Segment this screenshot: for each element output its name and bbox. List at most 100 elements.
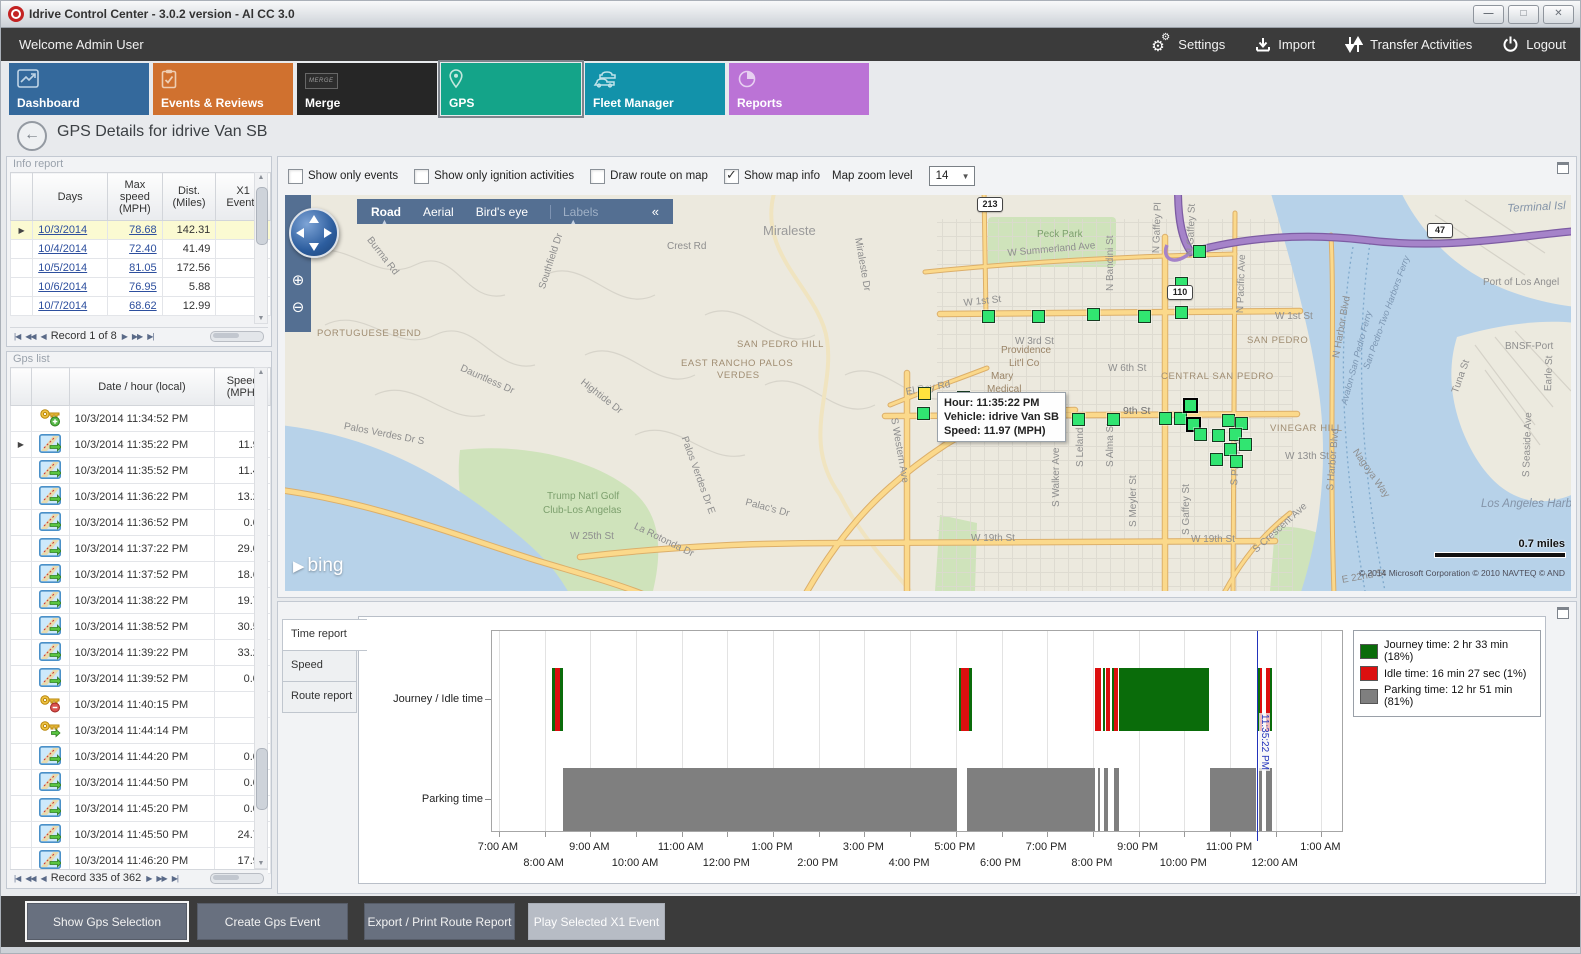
map-style-aerial[interactable]: Aerial	[423, 205, 454, 219]
max-speed-link[interactable]: 76.95	[129, 281, 157, 293]
date-link[interactable]: 10/7/2014	[38, 300, 87, 312]
nav-tile-merge[interactable]: MERGEMerge	[297, 63, 437, 115]
map-marker[interactable]	[1175, 306, 1188, 319]
nav-tile-dashboard[interactable]: Dashboard	[9, 63, 149, 115]
map-compass[interactable]	[289, 208, 339, 258]
map-marker[interactable]	[982, 310, 995, 323]
table-row[interactable]: 10/5/201481.05172.56	[11, 259, 271, 278]
create-gps-event-button[interactable]: Create Gps Event	[197, 903, 348, 940]
pager-nextpage-button[interactable]: ▶▶	[156, 874, 166, 883]
table-row[interactable]: 10/3/2014 11:40:15 PM	[11, 692, 271, 718]
pager-next-button[interactable]: ▶	[146, 874, 151, 883]
map-marker[interactable]	[1239, 438, 1252, 451]
map-zoom-out-button[interactable]: ⊖	[288, 298, 308, 318]
pager-hscrollbar[interactable]	[210, 331, 264, 342]
date-link[interactable]: 10/4/2014	[38, 243, 87, 255]
transfer-button[interactable]: Transfer Activities	[1345, 36, 1472, 53]
map-zoom-in-button[interactable]: ⊕	[288, 271, 308, 291]
checkbox-show-only-events[interactable]: Show only events	[288, 169, 398, 184]
map-marker[interactable]	[1210, 453, 1223, 466]
pager-prev-button[interactable]: ◀	[41, 332, 46, 341]
map-marker[interactable]	[1194, 428, 1207, 441]
table-row[interactable]: 10/3/2014 11:44:50 PM0.00	[11, 770, 271, 796]
map-marker[interactable]	[1183, 398, 1198, 413]
show-gps-selection-button[interactable]: Show Gps Selection	[27, 903, 187, 940]
tab-route-report[interactable]: Route report	[282, 681, 357, 713]
toolbar-collapse-button[interactable]: «	[652, 204, 659, 219]
table-row[interactable]: 10/3/2014 11:36:22 PM13.28	[11, 484, 271, 510]
table-row[interactable]: 10/4/201472.4041.49	[11, 240, 271, 259]
table-row[interactable]: 10/3/2014 11:45:50 PM24.75	[11, 822, 271, 848]
map-marker-selected[interactable]	[918, 387, 931, 400]
pager-next-button[interactable]: ▶	[122, 332, 127, 341]
map-marker[interactable]	[917, 407, 930, 420]
max-speed-link[interactable]: 68.62	[129, 300, 157, 312]
chart-panel-restore-icon[interactable]	[1557, 607, 1569, 619]
gps-list-vscrollbar[interactable]: ▲▼	[254, 367, 268, 869]
nav-tile-fleet[interactable]: Fleet Manager	[585, 63, 725, 115]
pager-hscrollbar[interactable]	[210, 873, 264, 884]
pager-prevpage-button[interactable]: ◀◀	[25, 874, 35, 883]
date-link[interactable]: 10/6/2014	[38, 281, 87, 293]
date-link[interactable]: 10/3/2014	[38, 224, 87, 236]
pager-nextpage-button[interactable]: ▶▶	[132, 332, 142, 341]
map-style-bird-s-eye[interactable]: Bird's eye	[476, 205, 528, 219]
table-row[interactable]: 10/6/201476.955.88	[11, 278, 271, 297]
minimize-button[interactable]: —	[1473, 5, 1504, 24]
table-row[interactable]: 10/3/2014 11:37:52 PM18.63	[11, 562, 271, 588]
table-row[interactable]: 10/3/2014 11:34:52 PM	[11, 406, 271, 432]
map-marker[interactable]	[1032, 310, 1045, 323]
map-style-labels[interactable]: Labels	[550, 205, 598, 219]
pan-down-icon[interactable]	[309, 243, 319, 251]
table-row[interactable]: 10/3/2014 11:45:20 PM0.00	[11, 796, 271, 822]
map-marker[interactable]	[1159, 412, 1172, 425]
pager-last-button[interactable]: ▶|	[147, 332, 153, 341]
map-view[interactable]: Burma RdSouthfield DrCrest RdMiralesteMi…	[285, 195, 1571, 591]
table-row[interactable]: 10/3/2014 11:39:52 PM0.00	[11, 666, 271, 692]
nav-tile-gps[interactable]: GPS	[441, 63, 581, 115]
settings-button[interactable]: ⚙⚙Settings	[1151, 36, 1225, 54]
map-panel-restore-icon[interactable]	[1557, 162, 1569, 174]
map-marker[interactable]	[1212, 429, 1225, 442]
max-speed-link[interactable]: 78.68	[129, 224, 157, 236]
table-row[interactable]: 10/3/2014 11:44:20 PM0.00	[11, 744, 271, 770]
map-marker[interactable]	[1072, 413, 1085, 426]
logout-button[interactable]: Logout	[1502, 36, 1566, 53]
pan-left-icon[interactable]	[296, 228, 304, 238]
map-marker[interactable]	[1193, 245, 1206, 258]
date-link[interactable]: 10/5/2014	[38, 262, 87, 274]
back-button[interactable]: ←	[17, 121, 47, 151]
pager-prev-button[interactable]: ◀	[41, 874, 46, 883]
close-button[interactable]: ✕	[1543, 5, 1574, 24]
tab-speed-graphic[interactable]: Speed graphic	[282, 650, 357, 682]
map-marker[interactable]	[1230, 455, 1243, 468]
pan-right-icon[interactable]	[324, 228, 332, 238]
map-marker[interactable]	[1138, 310, 1151, 323]
map-zoom-select[interactable]: 14 ▼	[929, 166, 975, 186]
map-marker[interactable]	[1222, 414, 1235, 427]
map-style-road[interactable]: Road	[371, 205, 401, 219]
map-marker[interactable]	[1107, 413, 1120, 426]
max-speed-link[interactable]: 72.40	[129, 243, 157, 255]
max-speed-link[interactable]: 81.05	[129, 262, 157, 274]
checkbox-show-map-info[interactable]: Show map info	[724, 169, 820, 184]
table-row[interactable]: ▶10/3/2014 11:35:22 PM11.97	[11, 432, 271, 458]
table-row[interactable]: 10/3/2014 11:38:22 PM19.70	[11, 588, 271, 614]
table-row[interactable]: 10/3/2014 11:36:52 PM0.00	[11, 510, 271, 536]
table-row[interactable]: ▶10/3/201478.68142.31	[11, 221, 271, 240]
export-print-route-report-button[interactable]: Export / Print Route Report	[364, 903, 515, 940]
pager-first-button[interactable]: |◀	[14, 874, 20, 883]
tab-time-report[interactable]: Time report	[282, 619, 367, 651]
nav-tile-reports[interactable]: Reports	[729, 63, 869, 115]
table-row[interactable]: 10/7/201468.6212.99	[11, 297, 271, 316]
pager-last-button[interactable]: ▶|	[172, 874, 178, 883]
pager-prevpage-button[interactable]: ◀◀	[25, 332, 35, 341]
import-button[interactable]: Import	[1255, 37, 1315, 53]
table-row[interactable]: 10/3/2014 11:39:22 PM33.21	[11, 640, 271, 666]
maximize-button[interactable]: □	[1508, 5, 1539, 24]
map-marker[interactable]	[1087, 308, 1100, 321]
table-row[interactable]: 10/3/2014 11:38:52 PM30.55	[11, 614, 271, 640]
table-row[interactable]: 10/3/2014 11:35:52 PM11.47	[11, 458, 271, 484]
checkbox-draw-route-on-map[interactable]: Draw route on map	[590, 169, 708, 184]
table-row[interactable]: 10/3/2014 11:37:22 PM29.05	[11, 536, 271, 562]
